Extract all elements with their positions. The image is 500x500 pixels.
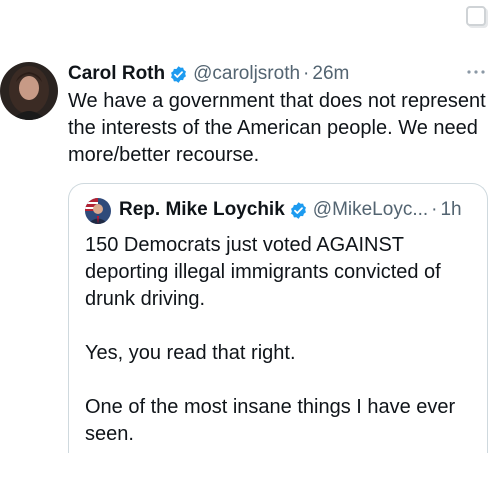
verified-badge-icon	[290, 201, 306, 219]
quoted-tweet-card[interactable]: Rep. Mike Loychik @MikeLoyc... · 1h 150 …	[68, 183, 488, 453]
separator-dot: ·	[303, 63, 310, 84]
corner-checkbox-icon	[466, 6, 486, 26]
verified-badge-icon	[171, 65, 187, 83]
tweet-header: Carol Roth @caroljsroth · 26m	[68, 62, 349, 86]
more-horizontal-icon[interactable]	[466, 66, 486, 76]
quote-paragraph: 150 Democrats just voted AGAINST deporti…	[85, 234, 441, 310]
author-name[interactable]: Carol Roth	[68, 63, 165, 85]
timestamp[interactable]: 26m	[312, 63, 349, 85]
avatar[interactable]	[0, 62, 58, 120]
quote-timestamp[interactable]: 1h	[440, 199, 461, 221]
separator-dot: ·	[431, 199, 438, 220]
quote-author-name[interactable]: Rep. Mike Loychik	[119, 199, 285, 221]
author-handle[interactable]: @caroljsroth	[193, 63, 300, 85]
quote-text: 150 Democrats just voted AGAINST deporti…	[85, 232, 477, 448]
tweet-text: We have a government that does not repre…	[68, 90, 486, 166]
quote-author-handle[interactable]: @MikeLoyc...	[313, 199, 428, 221]
quote-paragraph: Yes, you read that right.	[85, 342, 296, 364]
quote-avatar[interactable]	[85, 198, 111, 224]
quote-header: Rep. Mike Loychik @MikeLoyc... · 1h	[119, 196, 462, 224]
quote-paragraph: One of the most insane things I have eve…	[85, 396, 456, 445]
